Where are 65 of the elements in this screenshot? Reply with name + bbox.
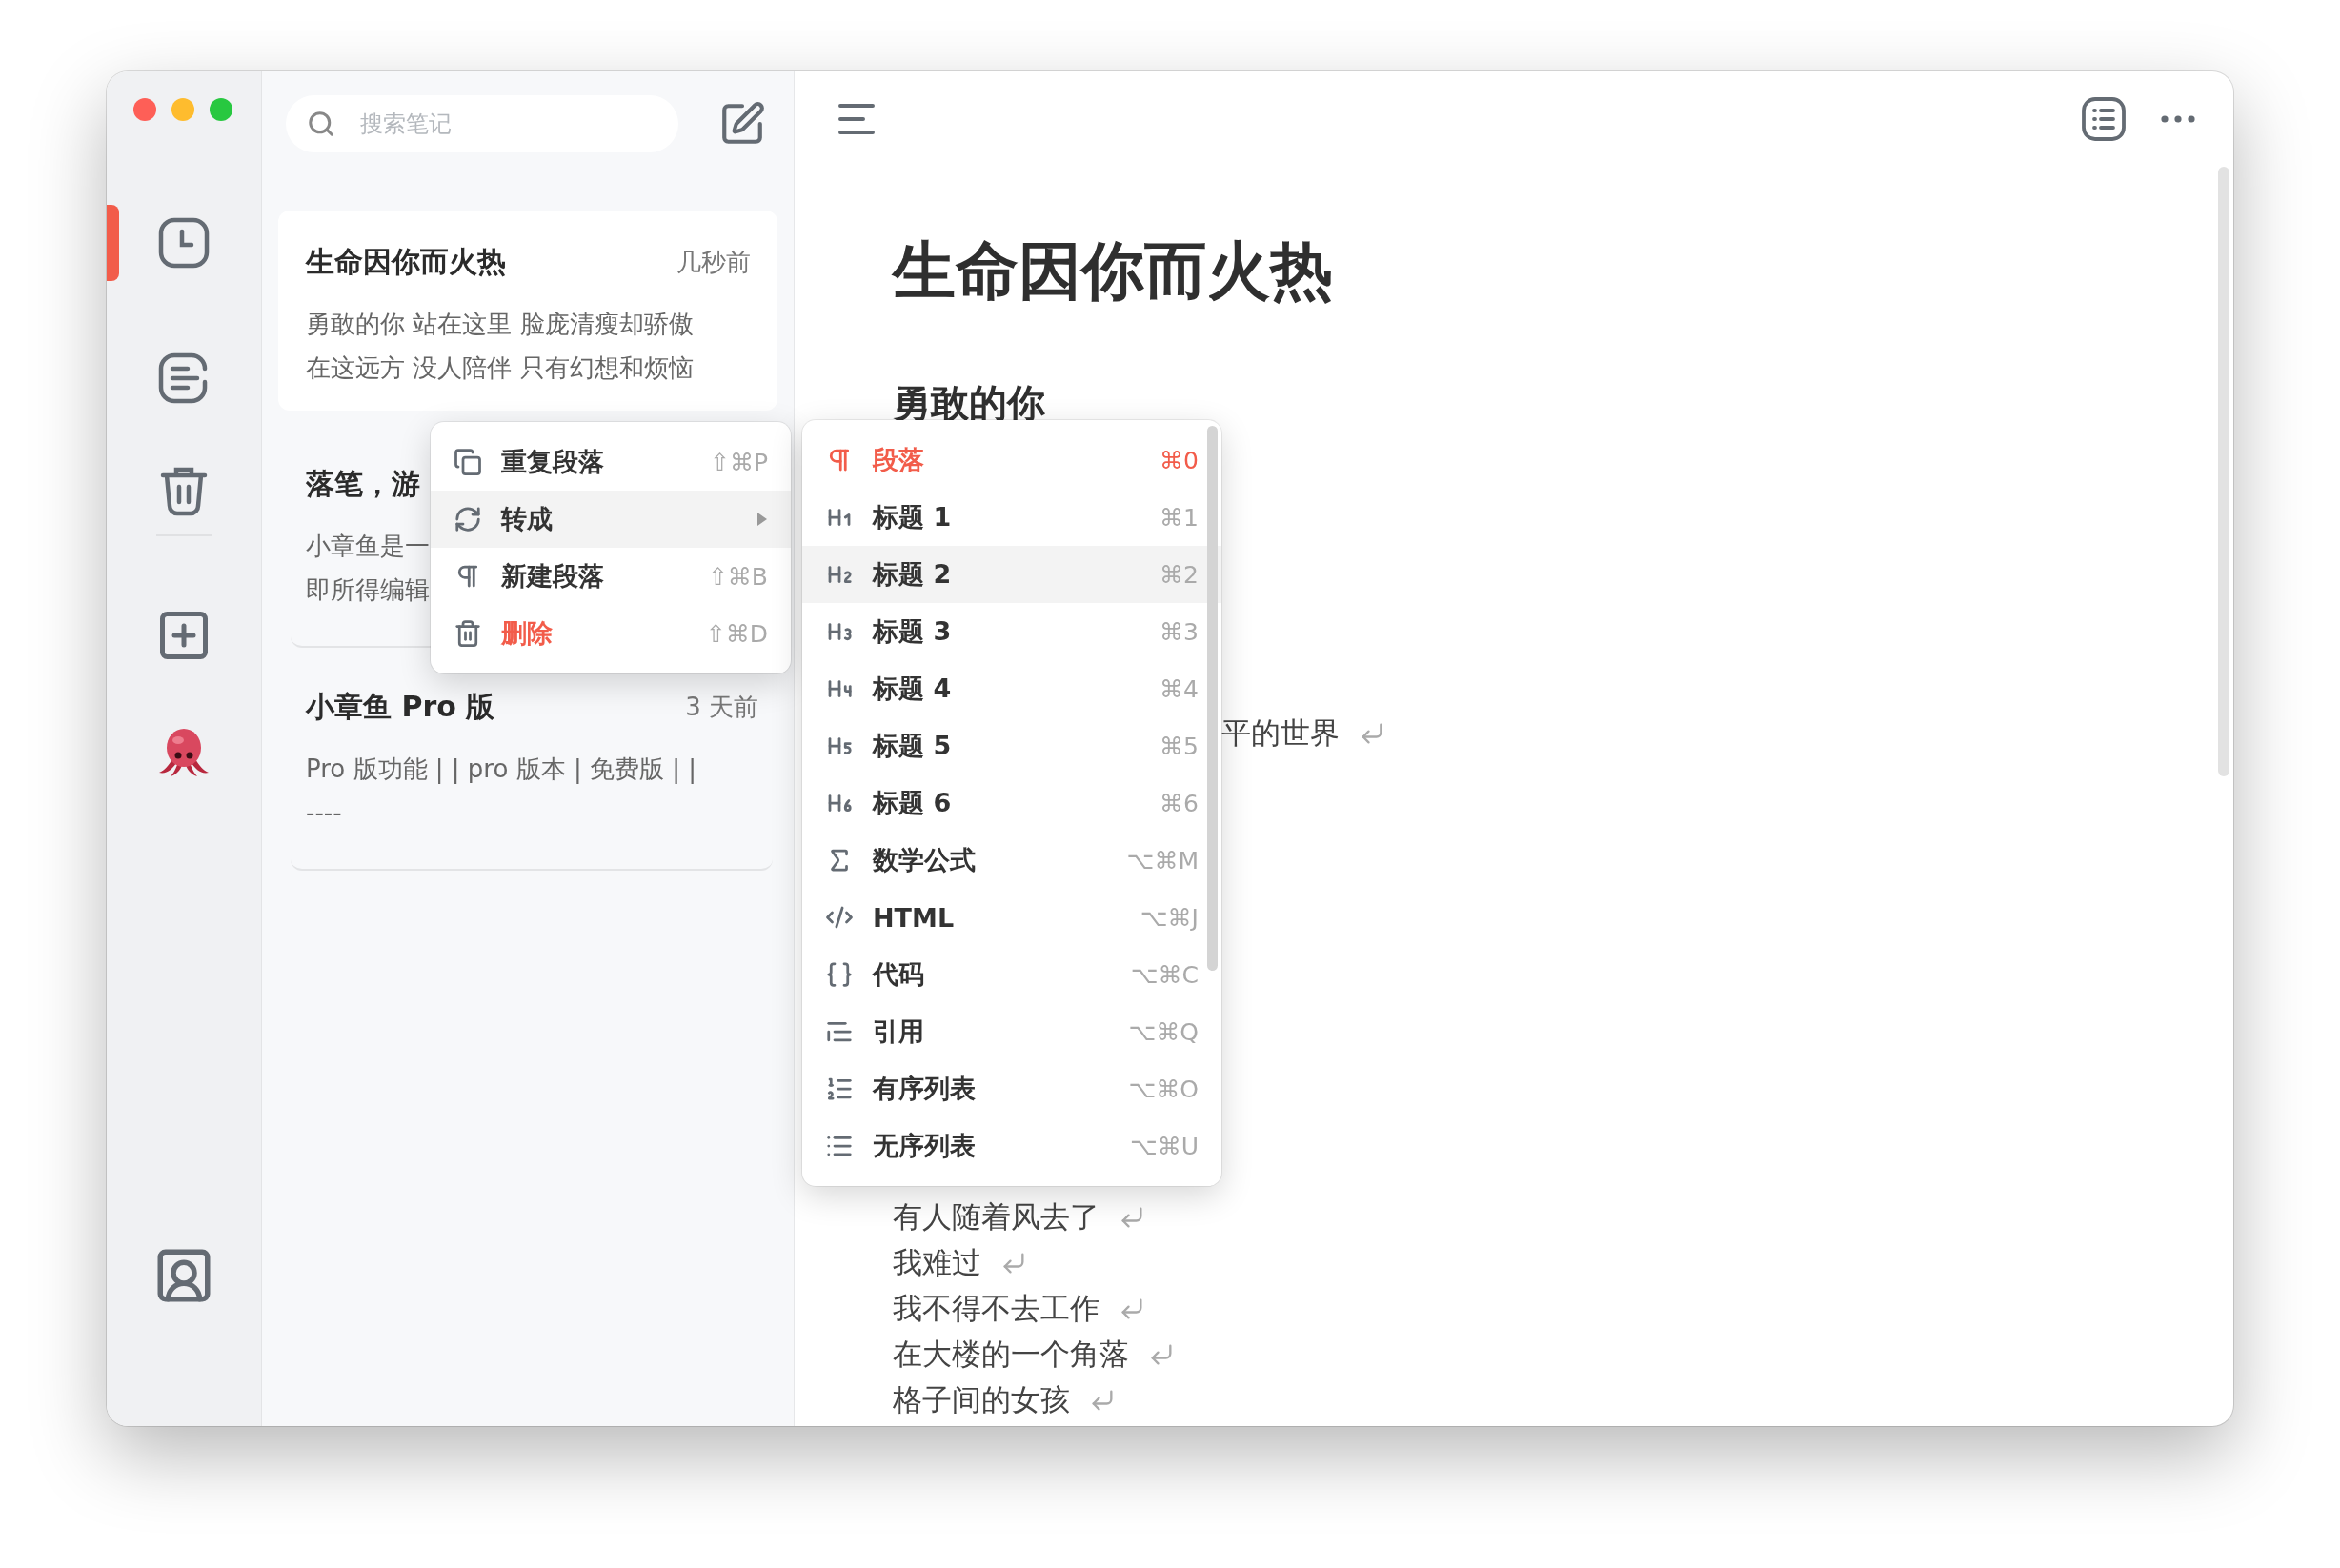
menu-item[interactable]: 数学公式 ⌥⌘M xyxy=(802,832,1221,889)
clock-icon xyxy=(157,216,211,270)
shortcut-label: ⌥⌘Q xyxy=(1128,1017,1199,1046)
document-heading: 勇敢的你 xyxy=(893,380,1046,427)
trash-icon xyxy=(454,619,482,648)
shortcut-label: ⇧⌘D xyxy=(705,619,768,648)
shortcut-label: ⌥⌘O xyxy=(1128,1075,1199,1103)
menu-item[interactable]: 有序列表 ⌥⌘O xyxy=(802,1060,1221,1117)
note-preview: 小章鱼是一 xyxy=(306,531,430,562)
menu-icon xyxy=(837,102,876,136)
menu-item[interactable]: 代码 ⌥⌘C xyxy=(802,946,1221,1003)
body-line: 平的世界 xyxy=(1221,714,1340,752)
note-card[interactable]: 生命因你而火热 几秒前 勇敢的你 站在这里 脸庞清瘦却骄傲 在这远方 没人陪伴 只有幻想和烦恼 xyxy=(278,211,777,411)
close-button[interactable] xyxy=(133,98,156,121)
menu-item[interactable]: 标题 5 ⌘5 xyxy=(802,717,1221,774)
shortcut-label: ⌥⌘C xyxy=(1130,960,1199,989)
list-icon xyxy=(2081,96,2127,142)
body-line: 格子间的女孩 xyxy=(893,1381,1070,1418)
shortcut-label: ⌘2 xyxy=(1160,560,1199,589)
note-title: 小章鱼 Pro 版 xyxy=(306,688,495,725)
search-icon xyxy=(307,110,335,138)
convert-icon xyxy=(454,505,482,533)
menu-item[interactable]: 标题 2 ⌘2 xyxy=(802,546,1221,603)
shortcut-label: ⌘5 xyxy=(1160,732,1199,760)
note-preview: 在这远方 没人陪伴 只有幻想和烦恼 xyxy=(306,352,694,384)
menu-item[interactable]: 标题 4 ⌘4 xyxy=(802,660,1221,717)
body-line: 我不得不去工作 xyxy=(893,1290,1099,1327)
search-field[interactable]: 搜索笔记 xyxy=(286,95,678,152)
shortcut-label: ⌘1 xyxy=(1160,503,1199,532)
body-line: 在大楼的一个角落 xyxy=(893,1336,1129,1373)
shortcut-label: ⌥⌘M xyxy=(1126,846,1199,874)
more-button[interactable] xyxy=(2161,115,2195,123)
note-time: 3 天前 xyxy=(685,691,758,723)
note-preview: 即所得编辑 xyxy=(306,574,430,606)
shortcut-label: ⇧⌘P xyxy=(709,448,768,476)
copy-icon xyxy=(454,448,482,476)
note-title: 生命因你而火热 xyxy=(306,243,506,280)
braces-icon xyxy=(825,960,854,989)
menu-item[interactable]: 转成 xyxy=(431,491,791,548)
note-title: 落笔，游 xyxy=(306,465,420,502)
shortcut-label: ⌘6 xyxy=(1160,789,1199,817)
menu-item[interactable]: 重复段落 ⇧⌘P xyxy=(431,433,791,491)
note-time: 几秒前 xyxy=(676,246,751,278)
more-icon xyxy=(2161,115,2195,123)
shortcut-label: ⌥⌘U xyxy=(1129,1132,1199,1160)
shortcut-label: ⌘0 xyxy=(1160,446,1199,474)
scrollbar[interactable] xyxy=(1207,426,1218,971)
menu-button[interactable] xyxy=(837,102,876,136)
scrollbar[interactable] xyxy=(2218,167,2229,776)
body-line: 我难过 xyxy=(893,1244,981,1281)
note-item[interactable]: 小章鱼 Pro 版 3 天前 Pro 版功能 | | pro 版本 | 免费版 | | ---- xyxy=(291,686,773,871)
note-preview: 勇敢的你 站在这里 脸庞清瘦却骄傲 xyxy=(306,309,694,340)
outline-button[interactable] xyxy=(2081,96,2127,142)
shortcut-label: ⌘4 xyxy=(1160,674,1199,703)
note-preview: ---- xyxy=(306,797,342,829)
document-title: 生命因你而火热 xyxy=(893,233,1334,310)
note-preview: Pro 版功能 | | pro 版本 | 免费版 | | xyxy=(306,754,696,786)
shortcut-label: ⇧⌘B xyxy=(707,562,768,591)
menu-item[interactable]: 引用 ⌥⌘Q xyxy=(802,1003,1221,1060)
menu-item[interactable]: 新建段落 ⇧⌘B xyxy=(431,548,791,605)
shortcut-label: ⌥⌘J xyxy=(1140,903,1199,932)
shortcut-label: ⌘3 xyxy=(1160,617,1199,646)
menu-item[interactable]: 无序列表 ⌥⌘U xyxy=(802,1117,1221,1175)
menu-item[interactable]: HTML ⌥⌘J xyxy=(802,889,1221,946)
body-line: 有人随着风去了 xyxy=(893,1198,1099,1236)
